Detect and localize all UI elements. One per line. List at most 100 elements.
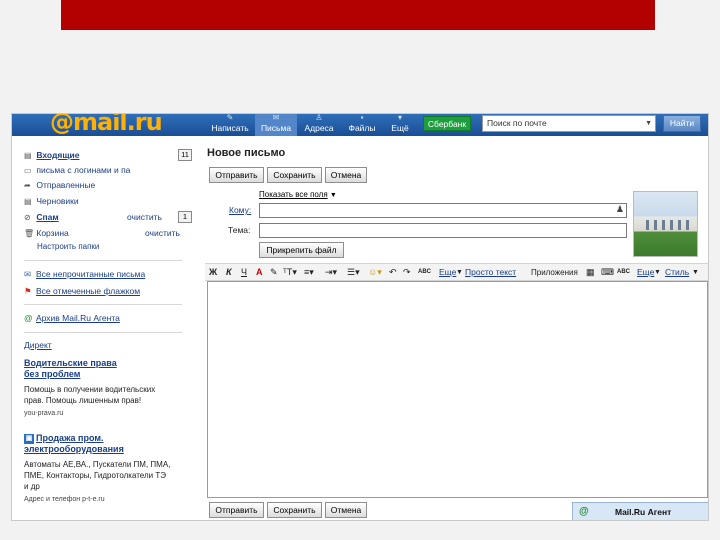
ad-url[interactable]: Адрес и телефон p-t-e.ru xyxy=(24,496,105,503)
nav-letters[interactable]: ✉ Письма xyxy=(255,114,297,136)
plain-text-link[interactable]: Просто текст xyxy=(465,266,516,279)
style-link[interactable]: Стиль xyxy=(665,266,689,279)
mail-ru-logo[interactable]: @mail.ru xyxy=(50,114,163,136)
contacts-icon: ♙ xyxy=(315,113,323,122)
unread-icon: ✉ xyxy=(24,269,32,279)
more-apps-link[interactable]: Еще xyxy=(637,266,654,279)
message-body-editor[interactable] xyxy=(207,281,708,498)
agent-icon: @ xyxy=(579,506,589,517)
to-label[interactable]: Кому: xyxy=(229,205,251,215)
cancel-button[interactable]: Отмена xyxy=(325,502,367,518)
cart-icon: ▣ xyxy=(24,433,34,444)
spellcheck-icon[interactable]: ABC xyxy=(418,266,431,279)
formatting-toolbar: Ж К Ч A ✎ ᵀT▾ ≡▾ ⇥▾ ☰▾ ☺▾ ↶ ↷ ABC Еще ▼ … xyxy=(205,263,708,281)
direct-ads-header[interactable]: Директ xyxy=(24,340,52,350)
chevron-down-icon[interactable]: ▼ xyxy=(654,266,661,279)
folder-trash[interactable]: 🗑 Корзина очистить xyxy=(24,226,184,240)
align-left-icon[interactable]: ≡▾ xyxy=(304,266,314,279)
smiley-icon[interactable]: ☺▾ xyxy=(368,266,382,279)
keyboard-app-icon[interactable]: ⌨ xyxy=(601,266,614,279)
subject-field[interactable] xyxy=(259,223,627,238)
send-button[interactable]: Отправить xyxy=(209,167,264,183)
chevron-down-icon[interactable]: ▼ xyxy=(645,116,652,131)
inbox-count-badge: 11 xyxy=(178,149,192,161)
flag-icon: ⚑ xyxy=(24,286,32,296)
top-header: @mail.ru ✎ Написать ✉ Письма ♙ Адреса ▪ … xyxy=(12,114,708,136)
font-size-icon[interactable]: ᵀT▾ xyxy=(283,266,297,279)
cancel-button[interactable]: Отмена xyxy=(325,167,367,183)
text-color-icon[interactable]: A xyxy=(256,266,263,279)
mail-agent-bar[interactable]: @ Mail.Ru Агент xyxy=(572,502,708,520)
chevron-down-icon[interactable]: ▼ xyxy=(692,266,699,279)
ad-text: Автоматы АЕ,ВА., Пускатели ПМ, ПМА, ПМЕ,… xyxy=(24,460,171,491)
folder-icon: ▭ xyxy=(24,166,32,175)
spam-count-badge: 1 xyxy=(178,211,192,223)
bold-button[interactable]: Ж xyxy=(209,266,217,279)
page-title: Новое письмо xyxy=(207,147,286,159)
trash-icon: 🗑 xyxy=(24,229,35,238)
ad-title[interactable]: Водительские права без проблем xyxy=(24,358,117,380)
inbox-icon: ▤ xyxy=(24,151,32,160)
save-button[interactable]: Сохранить xyxy=(267,167,322,183)
save-button[interactable]: Сохранить xyxy=(267,502,322,518)
ad-url[interactable]: you-prava.ru xyxy=(24,410,63,417)
agent-label: Mail.Ru Агент xyxy=(615,507,672,517)
files-icon: ▪ xyxy=(360,113,364,122)
ad-text: Помощь в получении водительских прав. По… xyxy=(24,385,156,405)
calendar-app-icon[interactable]: ▦ xyxy=(586,266,595,279)
folder-logins[interactable]: ▭ письма с логинами и па xyxy=(24,163,184,177)
unread-letters-link[interactable]: ✉ Все непрочитанные письма xyxy=(24,269,145,280)
ad-title[interactable]: ▣ Продажа пром. электрооборудования xyxy=(24,433,124,455)
redo-icon[interactable]: ↷ xyxy=(403,266,411,279)
nav-more[interactable]: ▾ Ещё xyxy=(385,114,415,136)
search-button[interactable]: Найти xyxy=(663,115,701,132)
spam-icon: ⊘ xyxy=(24,213,31,222)
underline-button[interactable]: Ч xyxy=(241,266,247,279)
agent-archive-link[interactable]: @ Архив Mail.Ru Агента xyxy=(24,313,120,323)
drafts-icon: ▤ xyxy=(24,197,32,206)
highlight-icon[interactable]: ✎ xyxy=(270,266,278,279)
folder-spam[interactable]: ⊘ Спам очистить 1 xyxy=(24,210,192,224)
undo-icon[interactable]: ↶ xyxy=(389,266,397,279)
chevron-down-icon: ▼ xyxy=(329,192,337,199)
folder-drafts[interactable]: ▤ Черновики xyxy=(24,194,184,208)
sidebar: ▤ Входящие 11 ▭ письма с логинами и па ➦… xyxy=(12,136,192,520)
sidebar-divider xyxy=(24,332,182,333)
search-placeholder: Поиск по почте xyxy=(487,118,547,128)
sidebar-divider xyxy=(24,304,182,305)
sberbank-button[interactable]: Сбербанк xyxy=(423,116,471,131)
folder-sent[interactable]: ➦ Отправленные xyxy=(24,178,184,192)
profile-photo xyxy=(633,191,698,257)
list-icon[interactable]: ☰▾ xyxy=(347,266,360,279)
trash-clear-link[interactable]: очистить xyxy=(145,226,180,240)
nav-files[interactable]: ▪ Файлы xyxy=(343,114,381,136)
folder-inbox[interactable]: ▤ Входящие 11 xyxy=(24,148,192,162)
send-button[interactable]: Отправить xyxy=(209,502,264,518)
mail-screenshot: @mail.ru ✎ Написать ✉ Письма ♙ Адреса ▪ … xyxy=(11,113,709,521)
more-formatting-link[interactable]: Еще xyxy=(439,266,456,279)
nav-compose[interactable]: ✎ Написать xyxy=(207,114,253,136)
agent-archive-icon: @ xyxy=(24,313,33,323)
pen-icon: ✎ xyxy=(226,113,234,122)
attach-file-button[interactable]: Прикрепить файл xyxy=(259,242,344,258)
flagged-letters-link[interactable]: ⚑ Все отмеченные флажком xyxy=(24,286,140,297)
more-icon: ▾ xyxy=(397,113,402,122)
italic-button[interactable]: К xyxy=(226,266,232,279)
setup-folders-link[interactable]: Настроить папки xyxy=(37,242,99,251)
show-all-fields-link[interactable]: Показать все поля ▼ xyxy=(259,190,337,199)
indent-icon[interactable]: ⇥▾ xyxy=(325,266,337,279)
chevron-down-icon[interactable]: ▼ xyxy=(456,266,463,279)
search-input[interactable]: Поиск по почте ▼ xyxy=(482,115,656,132)
sidebar-divider xyxy=(24,260,182,261)
envelope-icon: ✉ xyxy=(272,113,280,122)
subject-label: Тема: xyxy=(228,225,251,235)
spam-clear-link[interactable]: очистить xyxy=(127,210,162,224)
address-book-icon[interactable]: ♟ xyxy=(616,204,624,215)
translate-app-icon[interactable]: ABC xyxy=(617,266,630,279)
sent-icon: ➦ xyxy=(24,181,31,190)
apps-label: Приложения xyxy=(531,268,578,277)
nav-contacts[interactable]: ♙ Адреса xyxy=(300,114,338,136)
to-field[interactable]: ♟ xyxy=(259,203,627,218)
slide-title-bar xyxy=(61,0,655,30)
compose-area: Новое письмо Отправить Сохранить Отмена … xyxy=(205,136,708,520)
